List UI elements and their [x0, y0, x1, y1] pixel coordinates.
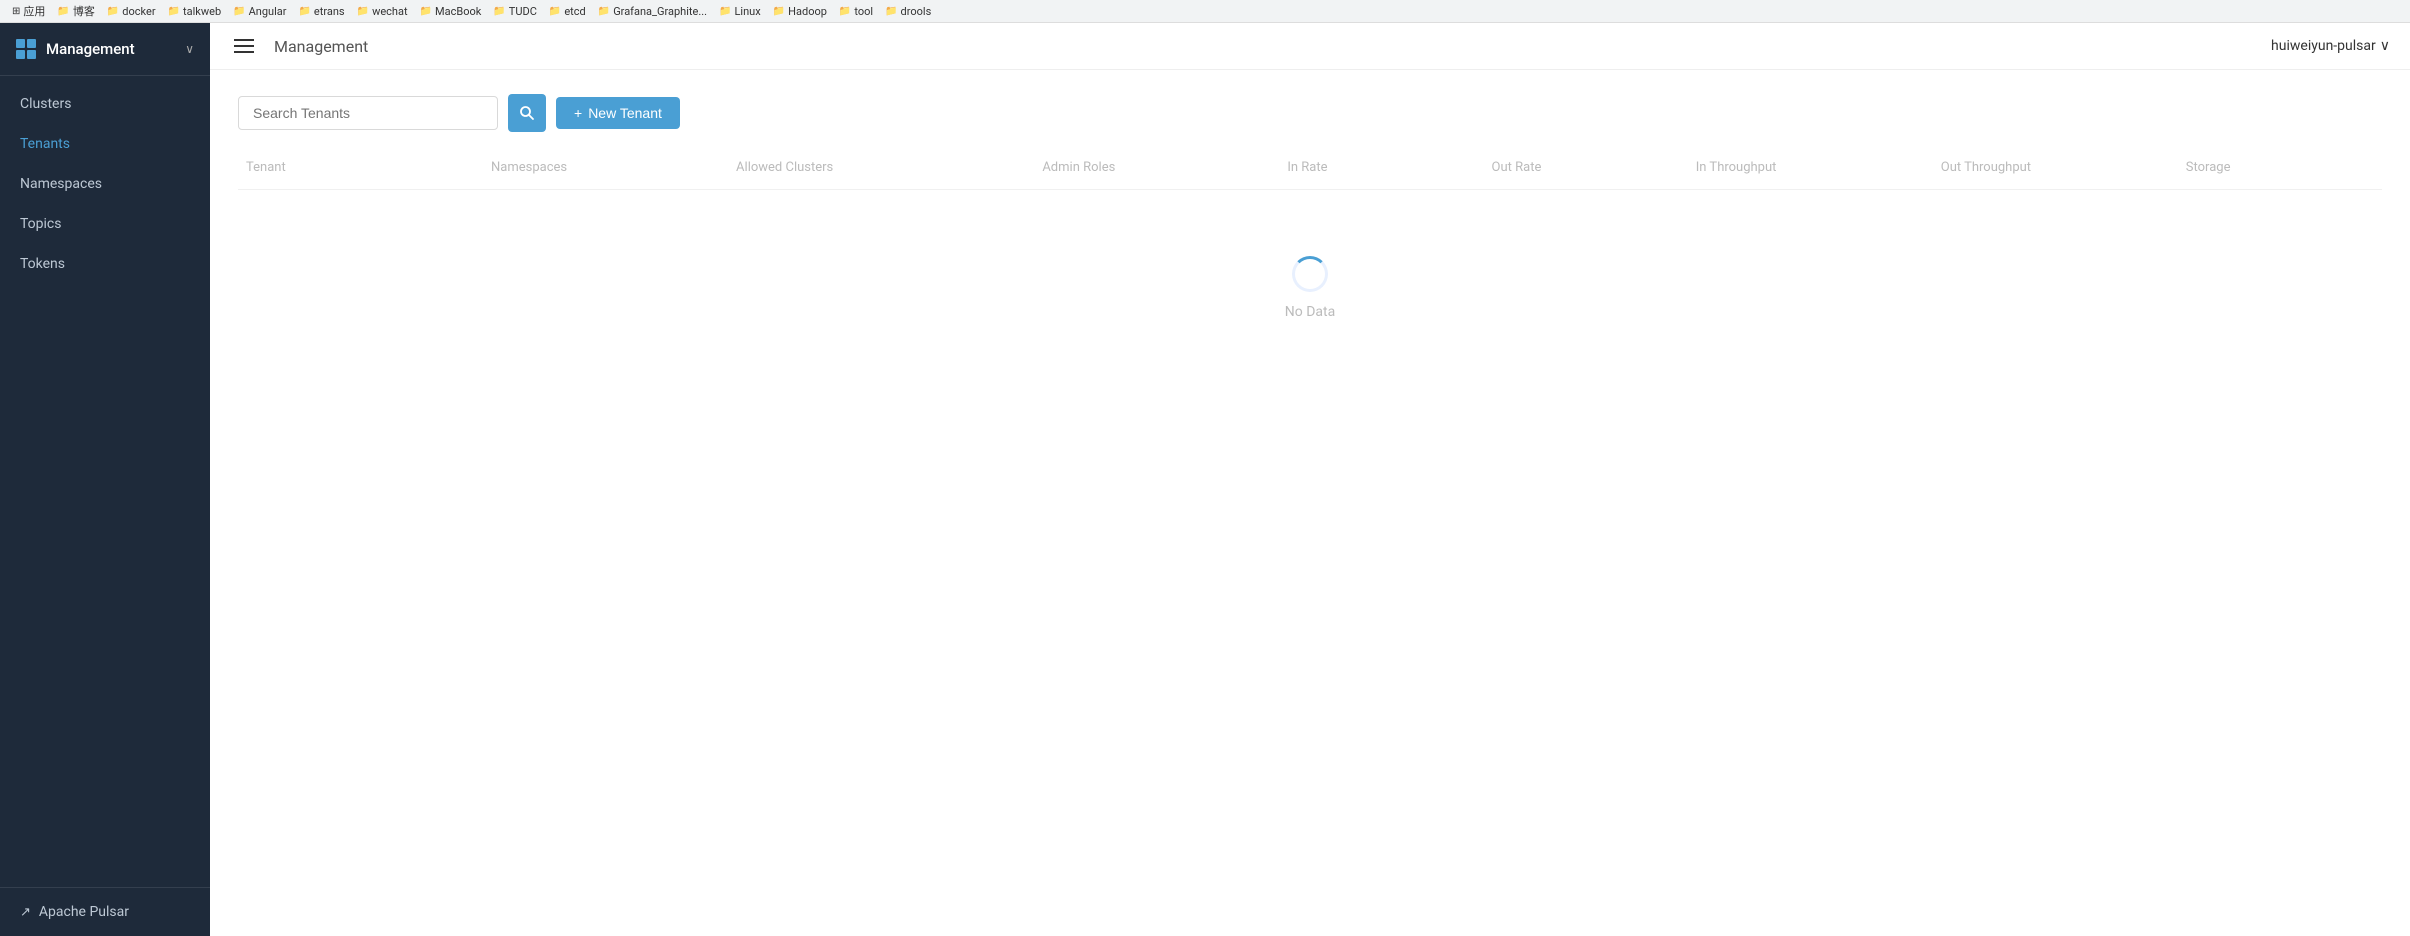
bookmark-label: Grafana_Graphite...	[613, 5, 707, 18]
bookmark-icon: 📁	[839, 6, 851, 17]
bookmark-item[interactable]: 📁talkweb	[164, 4, 226, 19]
top-header: Management huiweiyun-pulsar ∨	[210, 23, 2410, 70]
bookmark-icon: 📁	[420, 6, 432, 17]
bookmark-item[interactable]: 📁 Angular	[229, 4, 290, 19]
sidebar-title: Management	[46, 40, 135, 58]
table-header-out-rate: Out Rate	[1484, 156, 1688, 179]
bookmark-icon: 📁	[57, 6, 69, 17]
table-header-namespaces: Namespaces	[483, 156, 728, 179]
management-logo-icon	[16, 39, 36, 59]
bookmarks-bar: ⊞应用📁博客📁docker📁talkweb📁Angular📁etrans📁wec…	[0, 0, 2410, 23]
username-label: huiweiyun-pulsar	[2271, 38, 2376, 54]
bookmark-icon: 📁	[549, 6, 561, 17]
bookmark-label: 应用	[23, 3, 45, 19]
bookmark-label: etrans	[314, 5, 345, 18]
search-icon	[519, 105, 535, 121]
main-content: Management huiweiyun-pulsar ∨ + New	[210, 23, 2410, 936]
table-header-storage: Storage	[2178, 156, 2382, 179]
hamburger-line	[234, 39, 254, 41]
bookmark-label: tool	[854, 5, 873, 18]
bookmark-label: MacBook	[435, 5, 481, 18]
tenants-table: TenantNamespacesAllowed ClustersAdmin Ro…	[238, 156, 2382, 380]
bookmark-icon: ⊞	[12, 6, 20, 17]
bookmark-label: Linux	[735, 5, 761, 18]
bookmark-icon: 📁	[885, 6, 897, 17]
bookmark-icon: 📁	[598, 6, 610, 17]
bookmark-label: drools	[901, 5, 932, 18]
sidebar-item-tokens[interactable]: Tokens	[0, 244, 210, 284]
bookmark-icon: 📁	[357, 6, 369, 17]
sidebar-footer[interactable]: ↗ Apache Pulsar	[0, 887, 210, 936]
sidebar-item-tenants[interactable]: Tenants	[0, 124, 210, 164]
user-menu[interactable]: huiweiyun-pulsar ∨	[2271, 38, 2390, 54]
table-header-allowed-clusters: Allowed Clusters	[728, 156, 1034, 179]
bookmark-item[interactable]: 📁Hadoop	[769, 4, 831, 19]
bookmark-item[interactable]: 📁 TUDC	[489, 4, 541, 19]
loading-container: No Data	[238, 196, 2382, 380]
bookmark-icon: 📁	[107, 6, 119, 17]
new-tenant-plus-icon: +	[574, 105, 582, 121]
bookmark-item[interactable]: 📁 博客	[53, 2, 98, 20]
bookmark-icon: 📁	[233, 6, 245, 17]
bookmark-icon: 📁	[493, 6, 505, 17]
search-input[interactable]	[238, 96, 498, 130]
bookmark-item[interactable]: 📁MacBook	[416, 4, 486, 19]
table-header-in-rate: In Rate	[1279, 156, 1483, 179]
table-header-out-throughput: Out Throughput	[1933, 156, 2178, 179]
bookmark-item[interactable]: 📁Grafana_Graphite...	[594, 4, 711, 19]
apache-pulsar-link[interactable]: ↗ Apache Pulsar	[20, 904, 190, 920]
bookmark-icon: 📁	[773, 6, 785, 17]
sidebar-nav: ClustersTenantsNamespacesTopicsTokens	[0, 76, 210, 887]
chevron-down-icon: ∨	[2380, 38, 2390, 54]
chevron-down-icon: ∨	[185, 42, 194, 56]
bookmark-label: 博客	[73, 3, 95, 19]
bookmark-label: talkweb	[183, 5, 221, 18]
bookmark-item[interactable]: ⊞应用	[8, 2, 49, 20]
hamburger-line	[234, 45, 254, 47]
bookmark-item[interactable]: 📁tool	[835, 4, 877, 19]
bookmark-label: etcd	[564, 5, 585, 18]
bookmark-icon: 📁	[719, 6, 731, 17]
sidebar-item-topics[interactable]: Topics	[0, 204, 210, 244]
bookmark-label: Hadoop	[788, 5, 827, 18]
bookmark-icon: 📁	[298, 6, 310, 17]
bookmark-item[interactable]: 📁docker	[103, 4, 160, 19]
external-link-icon: ↗	[20, 905, 31, 920]
table-header-admin-roles: Admin Roles	[1034, 156, 1279, 179]
bookmark-label: wechat	[372, 5, 408, 18]
hamburger-line	[234, 51, 254, 53]
sidebar-item-clusters[interactable]: Clusters	[0, 84, 210, 124]
sidebar-item-namespaces[interactable]: Namespaces	[0, 164, 210, 204]
bookmark-label: TUDC	[509, 5, 537, 18]
bookmark-label: docker	[122, 5, 155, 18]
loading-spinner	[1292, 256, 1328, 292]
page-content: + New Tenant TenantNamespacesAllowed Clu…	[210, 70, 2410, 936]
toolbar: + New Tenant	[238, 94, 2382, 132]
bookmark-item[interactable]: 📁 Linux	[715, 4, 765, 19]
new-tenant-button[interactable]: + New Tenant	[556, 97, 680, 129]
bookmark-item[interactable]: 📁 drools	[881, 4, 935, 19]
search-button[interactable]	[508, 94, 546, 132]
no-data-text: No Data	[1285, 304, 1335, 320]
sidebar: Management ∨ ClustersTenantsNamespacesTo…	[0, 23, 210, 936]
table-header-row: TenantNamespacesAllowed ClustersAdmin Ro…	[238, 156, 2382, 190]
bookmark-item[interactable]: 📁wechat	[353, 4, 412, 19]
bookmark-item[interactable]: 📁 etrans	[294, 4, 348, 19]
apache-pulsar-label: Apache Pulsar	[39, 904, 129, 920]
table-header-tenant: Tenant	[238, 156, 483, 179]
header-title: Management	[274, 37, 368, 56]
sidebar-header[interactable]: Management ∨	[0, 23, 210, 76]
bookmark-label: Angular	[249, 5, 287, 18]
table-header-in-throughput: In Throughput	[1688, 156, 1933, 179]
bookmark-item[interactable]: 📁etcd	[545, 4, 590, 19]
hamburger-button[interactable]	[230, 35, 258, 57]
new-tenant-label: New Tenant	[588, 105, 662, 121]
bookmark-icon: 📁	[168, 6, 180, 17]
